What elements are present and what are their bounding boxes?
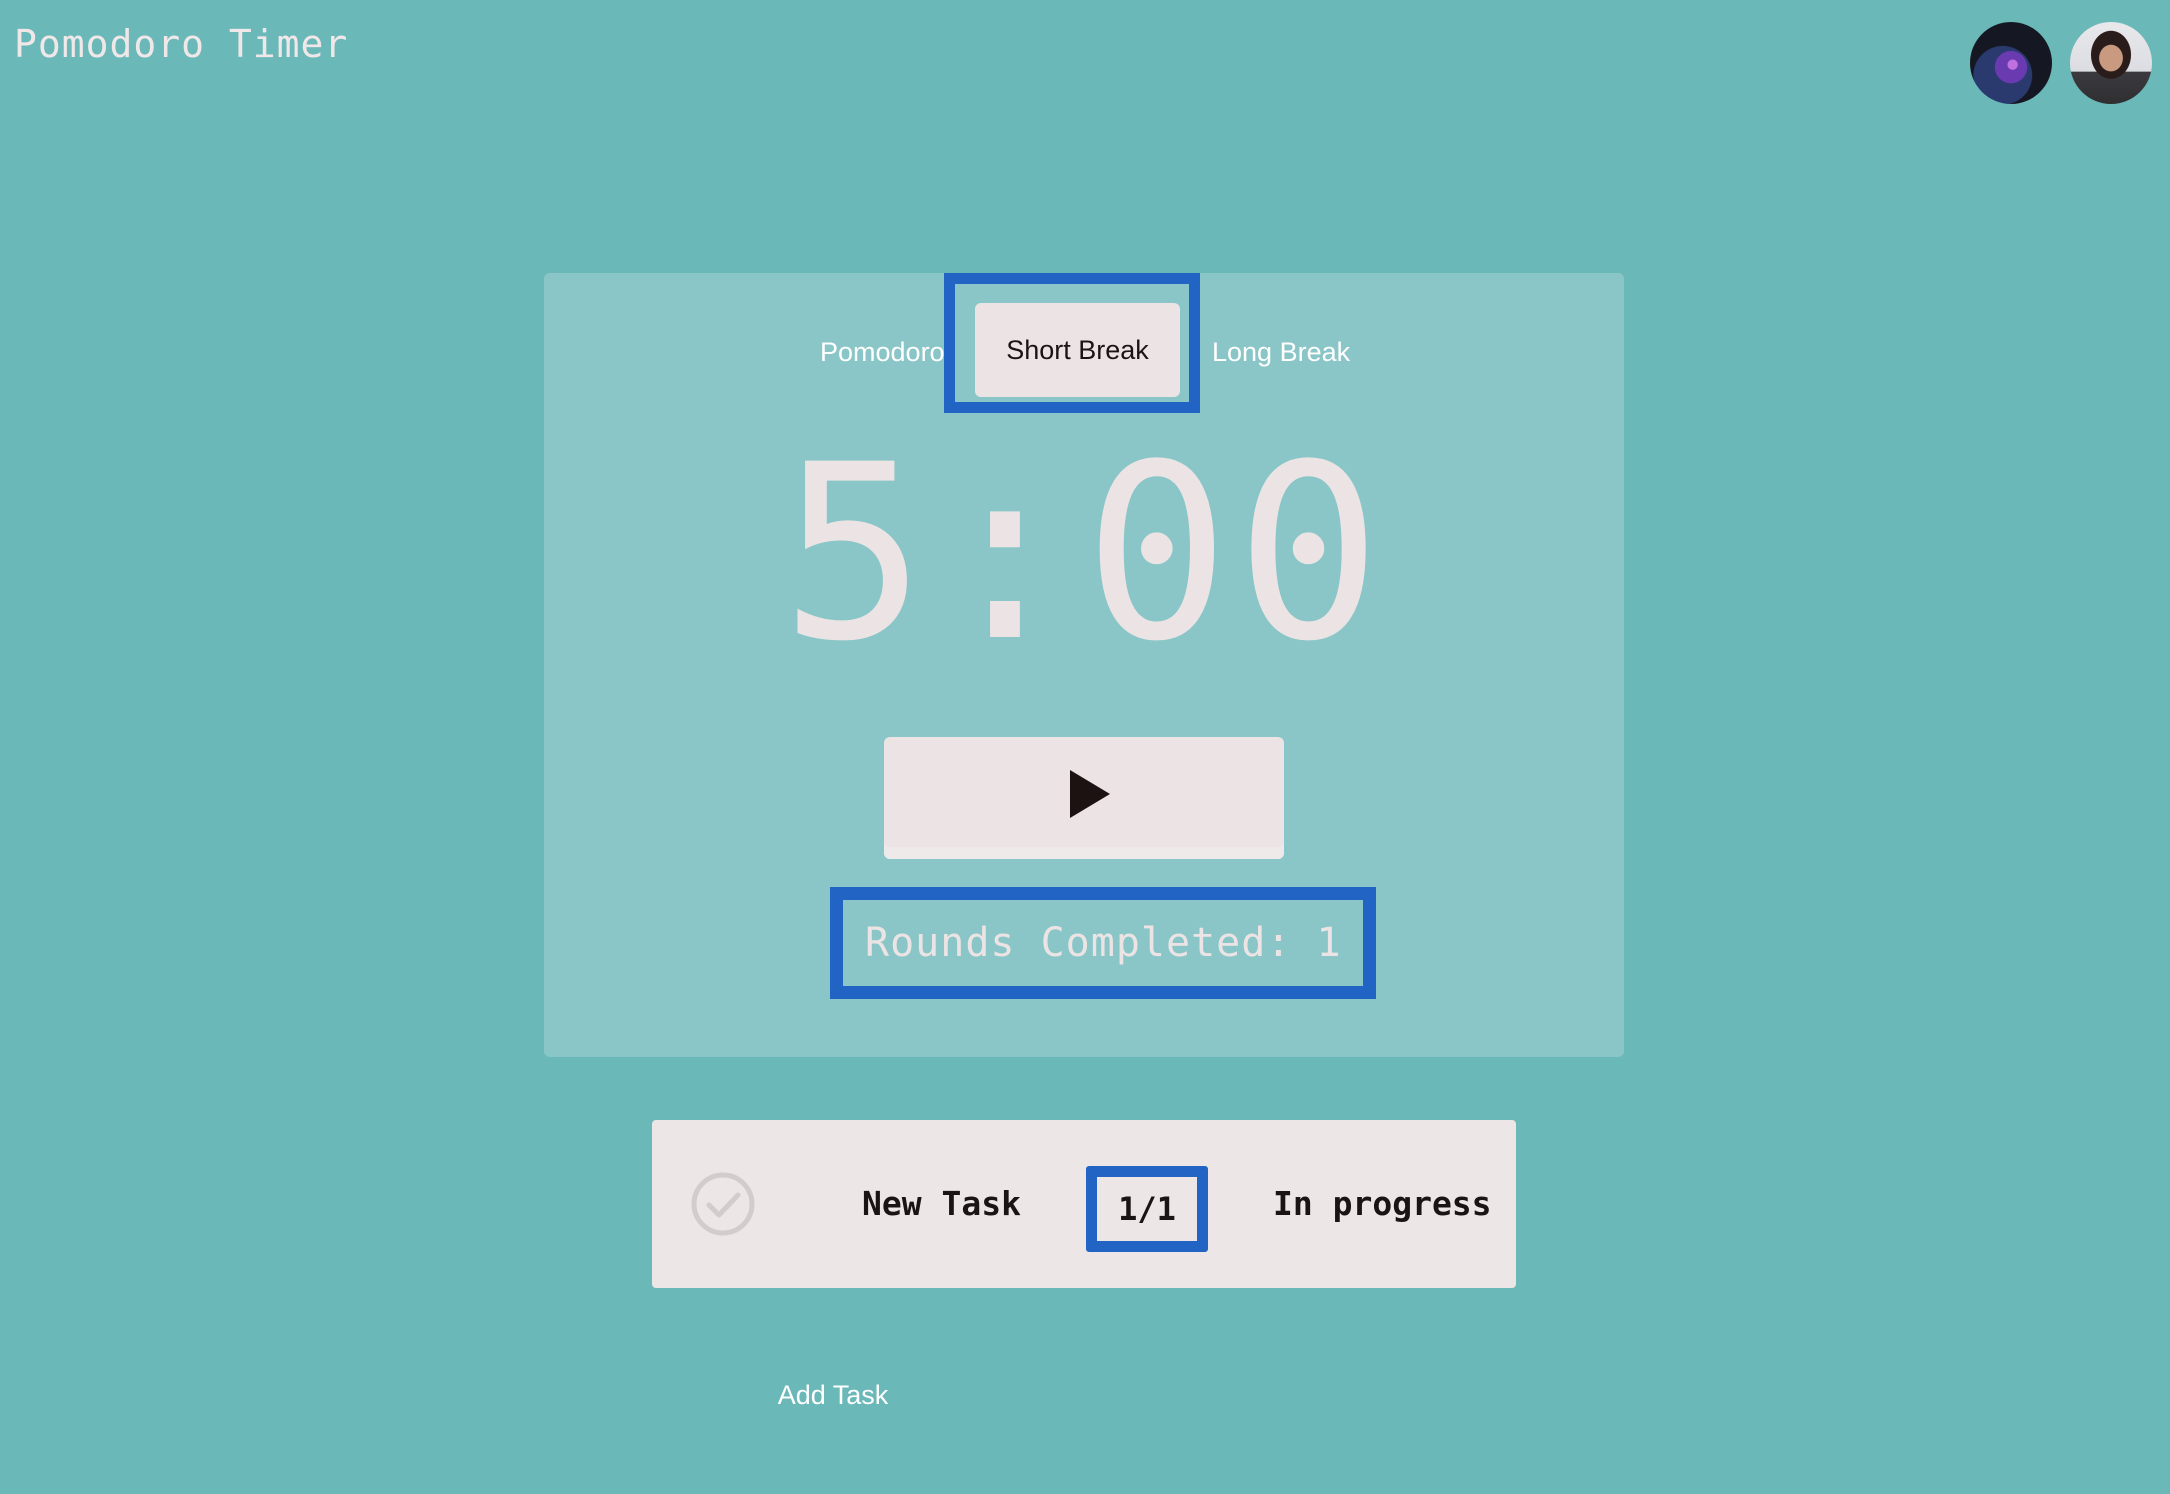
task-count-highlight: 1/1: [1086, 1166, 1208, 1252]
timer-display: 5:00: [780, 413, 1388, 695]
check-circle-icon[interactable]: [690, 1171, 756, 1237]
timer-card: Pomodoro Short Break Long Break 5:00 Rou…: [544, 273, 1624, 1057]
rounds-completed: Rounds Completed: 1: [865, 920, 1342, 966]
mode-tabs: Pomodoro Short Break Long Break: [544, 273, 1624, 413]
play-icon: [1070, 770, 1110, 818]
rounds-completed-box: Rounds Completed: 1: [830, 887, 1376, 999]
avatar-group: [1970, 22, 2152, 104]
add-task-container: Add Task: [0, 1380, 2170, 1411]
tab-long-break[interactable]: Long Break: [1212, 305, 1350, 399]
add-task-button[interactable]: Add Task: [778, 1380, 889, 1411]
app-title: Pomodoro Timer: [14, 22, 349, 66]
task-name: New Task: [862, 1184, 1021, 1223]
tab-pomodoro[interactable]: Pomodoro: [820, 305, 945, 399]
avatar[interactable]: [1970, 22, 2052, 104]
avatar[interactable]: [2070, 22, 2152, 104]
task-pomodoro-count: 1/1: [1118, 1190, 1176, 1228]
task-status: In progress: [1273, 1184, 1492, 1223]
tab-short-break[interactable]: Short Break: [975, 303, 1180, 397]
task-item[interactable]: New Task 1/1 In progress: [652, 1120, 1516, 1288]
start-button[interactable]: [884, 737, 1284, 859]
